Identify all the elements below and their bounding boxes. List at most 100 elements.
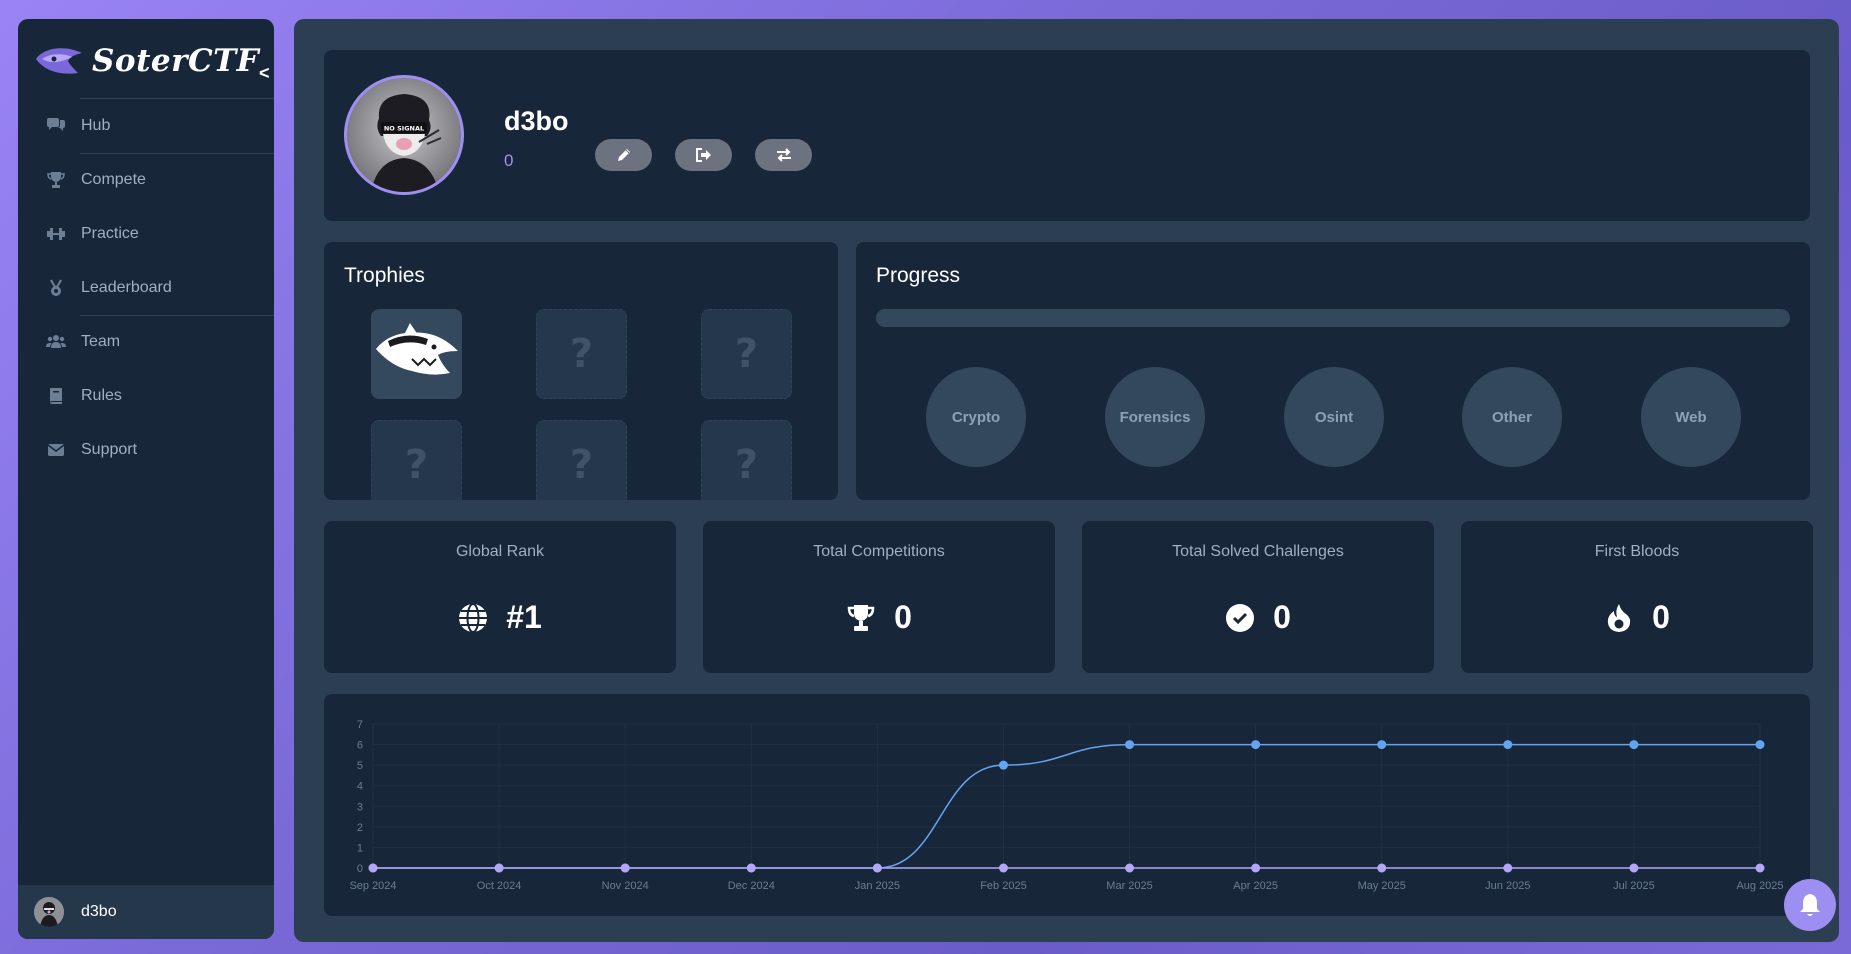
stat-value: 0 xyxy=(1273,599,1291,635)
activity-chart-card: 0 1 2 3 4 5 6 7 Sep 2024 Oct 2024 Nov 2024 Dec 2024… xyxy=(324,694,1810,916)
edit-icon xyxy=(617,149,630,161)
medal-icon xyxy=(50,279,62,296)
question-mark-icon: ? xyxy=(734,331,759,377)
stat-value: 0 xyxy=(1652,599,1670,635)
y-tick-label: 4 xyxy=(357,781,363,793)
data-point xyxy=(1377,863,1387,873)
profile-avatar[interactable]: NO SIGNAL xyxy=(344,75,464,195)
question-mark-icon: ? xyxy=(569,331,594,377)
logout-button[interactable] xyxy=(675,139,732,171)
sidebar-item-label: Team xyxy=(81,333,121,350)
stat-label: First Bloods xyxy=(1594,543,1680,560)
x-tick-label: Dec 2024 xyxy=(728,880,775,892)
x-tick-label: Mar 2025 xyxy=(1106,880,1152,892)
user-name: d3bo xyxy=(81,903,117,920)
x-tick-label: Aug 2025 xyxy=(1736,880,1783,892)
category-forensics[interactable]: Forensics xyxy=(1105,367,1205,467)
data-point xyxy=(1503,740,1513,750)
notifications-button[interactable] xyxy=(1784,879,1836,931)
sidebar-item-team[interactable]: Team xyxy=(18,322,274,362)
x-tick-label: Jun 2025 xyxy=(1485,880,1530,892)
dumbbell-icon xyxy=(47,228,65,240)
y-tick-label: 7 xyxy=(357,719,363,731)
avatar-text: NO SIGNAL xyxy=(384,125,424,133)
main-panel: NO SIGNAL d3bo 0 Trophies ? ? ? ? ? Prog… xyxy=(294,19,1839,942)
category-osint[interactable]: Osint xyxy=(1284,367,1384,467)
globe-icon xyxy=(459,602,488,633)
fire-icon xyxy=(1607,603,1631,632)
sidebar-item-practice[interactable]: Practice xyxy=(18,214,274,254)
brand[interactable]: SoterCTF xyxy=(34,39,259,83)
logout-icon xyxy=(695,148,711,162)
x-tick-label: Nov 2024 xyxy=(602,880,649,892)
data-point xyxy=(1503,863,1513,873)
stat-label: Global Rank xyxy=(455,543,545,560)
sidebar-item-label: Hub xyxy=(81,117,111,134)
progress-bar xyxy=(876,309,1790,327)
activity-line-chart: 0 1 2 3 4 5 6 7 Sep 2024 Oct 2024 Nov 2024 Dec 2024… xyxy=(349,719,1783,892)
data-point xyxy=(1125,740,1135,750)
brand-name: SoterCTF xyxy=(92,43,260,79)
trophy-locked[interactable]: ? xyxy=(371,420,462,500)
switch-account-button[interactable] xyxy=(755,139,812,171)
data-point xyxy=(746,863,756,873)
trophy-locked[interactable]: ? xyxy=(536,309,627,399)
x-tick-label: Jan 2025 xyxy=(855,880,900,892)
y-tick-label: 0 xyxy=(357,863,363,875)
question-mark-icon: ? xyxy=(569,442,594,488)
edit-profile-button[interactable] xyxy=(595,139,652,171)
category-other[interactable]: Other xyxy=(1462,367,1562,467)
data-point xyxy=(1755,740,1765,750)
data-point xyxy=(1629,740,1639,750)
data-point xyxy=(1629,863,1639,873)
stat-label: Total Solved Challenges xyxy=(1172,543,1344,560)
stat-total-solved: Total Solved Challenges 0 xyxy=(1082,521,1434,673)
sidebar-item-label: Support xyxy=(81,441,138,458)
data-point xyxy=(1755,863,1765,873)
data-point xyxy=(1377,740,1387,750)
data-point xyxy=(1125,863,1135,873)
trophy-locked[interactable]: ? xyxy=(536,420,627,500)
sidebar-item-hub[interactable]: Hub xyxy=(18,106,274,146)
sidebar-item-compete[interactable]: Compete xyxy=(18,160,274,200)
y-tick-label: 2 xyxy=(357,822,363,834)
category-crypto[interactable]: Crypto xyxy=(926,367,1026,467)
question-mark-icon: ? xyxy=(734,442,759,488)
sidebar-item-label: Compete xyxy=(81,171,146,188)
avatar xyxy=(34,897,64,927)
collapse-sidebar-button[interactable]: < xyxy=(259,63,270,84)
sidebar-item-label: Rules xyxy=(81,387,122,404)
trophy-icon xyxy=(47,172,65,188)
stat-total-competitions: Total Competitions 0 xyxy=(703,521,1055,673)
profile-username: d3bo xyxy=(504,106,569,136)
divider xyxy=(80,315,274,316)
trophies-title: Trophies xyxy=(344,264,425,287)
question-mark-icon: ? xyxy=(404,442,429,488)
sidebar: SoterCTF < Hub Compete Practice Leaderbo… xyxy=(18,19,274,939)
sidebar-item-rules[interactable]: Rules xyxy=(18,376,274,416)
profile-card: NO SIGNAL d3bo 0 xyxy=(324,50,1810,221)
trophy-locked[interactable]: ? xyxy=(701,420,792,500)
x-tick-label: Oct 2024 xyxy=(477,880,522,892)
x-tick-label: Jul 2025 xyxy=(1613,880,1655,892)
data-point xyxy=(494,863,504,873)
sidebar-item-leaderboard[interactable]: Leaderboard xyxy=(18,268,274,308)
category-web[interactable]: Web xyxy=(1641,367,1741,467)
x-tick-label: Apr 2025 xyxy=(1233,880,1278,892)
sidebar-item-support[interactable]: Support xyxy=(18,430,274,470)
data-point xyxy=(1251,740,1261,750)
trophy-locked[interactable]: ? xyxy=(701,309,792,399)
sidebar-item-label: Leaderboard xyxy=(81,279,172,296)
trophies-card: Trophies ? ? ? ? ? xyxy=(324,242,838,500)
x-tick-label: Feb 2025 xyxy=(980,880,1026,892)
y-tick-label: 3 xyxy=(357,801,363,813)
stat-first-bloods: First Bloods 0 xyxy=(1461,521,1813,673)
user-menu[interactable]: d3bo xyxy=(18,885,274,939)
trophy-earned[interactable] xyxy=(371,309,462,399)
comments-icon xyxy=(47,118,65,131)
envelope-icon xyxy=(47,444,65,456)
progress-title: Progress xyxy=(876,264,961,287)
switch-icon xyxy=(776,148,791,162)
brand-logo-icon xyxy=(36,48,82,74)
data-point xyxy=(872,863,882,873)
